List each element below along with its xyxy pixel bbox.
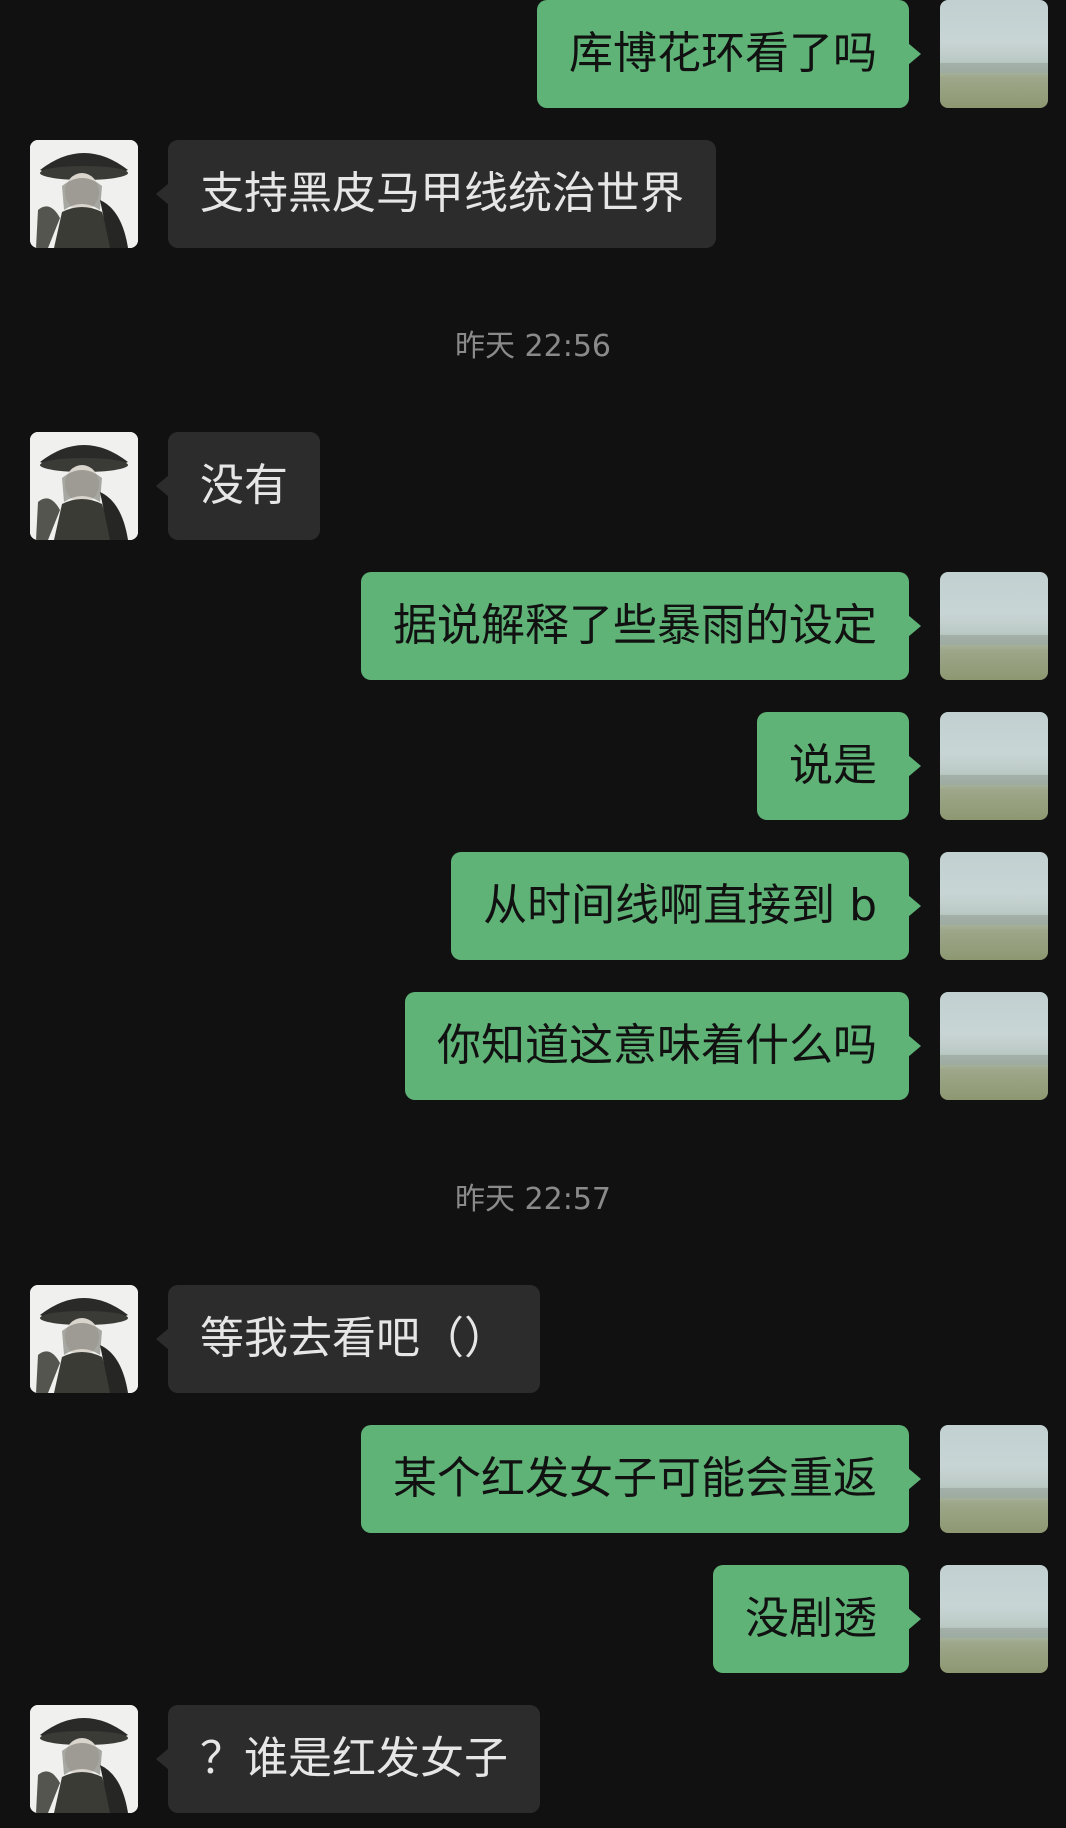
bubble-tail [908, 895, 921, 917]
avatar-hill-shape [940, 1054, 1048, 1065]
avatar-hill-shape [940, 914, 1048, 925]
message-row-outgoing: 你知道这意味着什么吗 [0, 992, 1066, 1100]
message-bubble-incoming[interactable]: 支持黑皮马甲线统治世界 [168, 140, 716, 248]
my-avatar[interactable] [940, 852, 1048, 960]
message-row-incoming: ？谁是红发女子 [0, 1705, 1066, 1813]
message-row-outgoing: 某个红发女子可能会重返 [0, 1425, 1066, 1533]
anime-witch-avatar-icon [30, 1705, 138, 1813]
message-row-incoming: 等我去看吧（） [0, 1285, 1066, 1393]
my-avatar[interactable] [940, 572, 1048, 680]
avatar-hill-shape [940, 1487, 1048, 1498]
message-bubble-outgoing[interactable]: 某个红发女子可能会重返 [361, 1425, 909, 1533]
my-avatar[interactable] [940, 992, 1048, 1100]
contact-avatar[interactable] [30, 1285, 138, 1393]
anime-witch-avatar-icon [30, 140, 138, 248]
message-row-outgoing: 库博花环看了吗 [0, 0, 1066, 108]
timestamp-divider: 昨天 22:57 [455, 1182, 611, 1217]
bubble-tail [908, 43, 921, 65]
avatar-hill-shape [940, 62, 1048, 73]
bubble-tail [908, 615, 921, 637]
bubble-tail [908, 1035, 921, 1057]
message-row-incoming: 没有 [0, 432, 1066, 540]
bubble-tail [908, 1608, 921, 1630]
message-row-outgoing: 据说解释了些暴雨的设定 [0, 572, 1066, 680]
anime-witch-avatar-icon [30, 432, 138, 540]
bubble-tail [908, 1468, 921, 1490]
contact-avatar[interactable] [30, 1705, 138, 1813]
message-row-incoming: 支持黑皮马甲线统治世界 [0, 140, 1066, 248]
contact-avatar[interactable] [30, 140, 138, 248]
message-bubble-outgoing[interactable]: 没剧透 [713, 1565, 909, 1673]
message-bubble-incoming[interactable]: 没有 [168, 432, 320, 540]
message-row-outgoing: 没剧透 [0, 1565, 1066, 1673]
contact-avatar[interactable] [30, 432, 138, 540]
avatar-hill-shape [940, 634, 1048, 645]
message-bubble-outgoing[interactable]: 据说解释了些暴雨的设定 [361, 572, 909, 680]
bubble-tail [908, 755, 921, 777]
message-bubble-outgoing[interactable]: 说是 [757, 712, 909, 820]
my-avatar[interactable] [940, 0, 1048, 108]
chat-message-list[interactable]: 库博花环看了吗 支持黑皮马甲线统治世界 昨天 22:56 没有 据说解释了些暴雨… [0, 0, 1066, 1828]
avatar-hill-shape [940, 1627, 1048, 1638]
anime-witch-avatar-icon [30, 1285, 138, 1393]
message-row-outgoing: 从时间线啊直接到 b [0, 852, 1066, 960]
message-row-outgoing: 说是 [0, 712, 1066, 820]
avatar-hill-shape [940, 774, 1048, 785]
my-avatar[interactable] [940, 1565, 1048, 1673]
message-bubble-incoming[interactable]: ？谁是红发女子 [168, 1705, 540, 1813]
my-avatar[interactable] [940, 712, 1048, 820]
message-bubble-outgoing[interactable]: 从时间线啊直接到 b [451, 852, 909, 960]
message-bubble-outgoing[interactable]: 库博花环看了吗 [537, 0, 909, 108]
timestamp-divider: 昨天 22:56 [455, 329, 611, 364]
message-bubble-outgoing[interactable]: 你知道这意味着什么吗 [405, 992, 909, 1100]
my-avatar[interactable] [940, 1425, 1048, 1533]
message-bubble-incoming[interactable]: 等我去看吧（） [168, 1285, 540, 1393]
